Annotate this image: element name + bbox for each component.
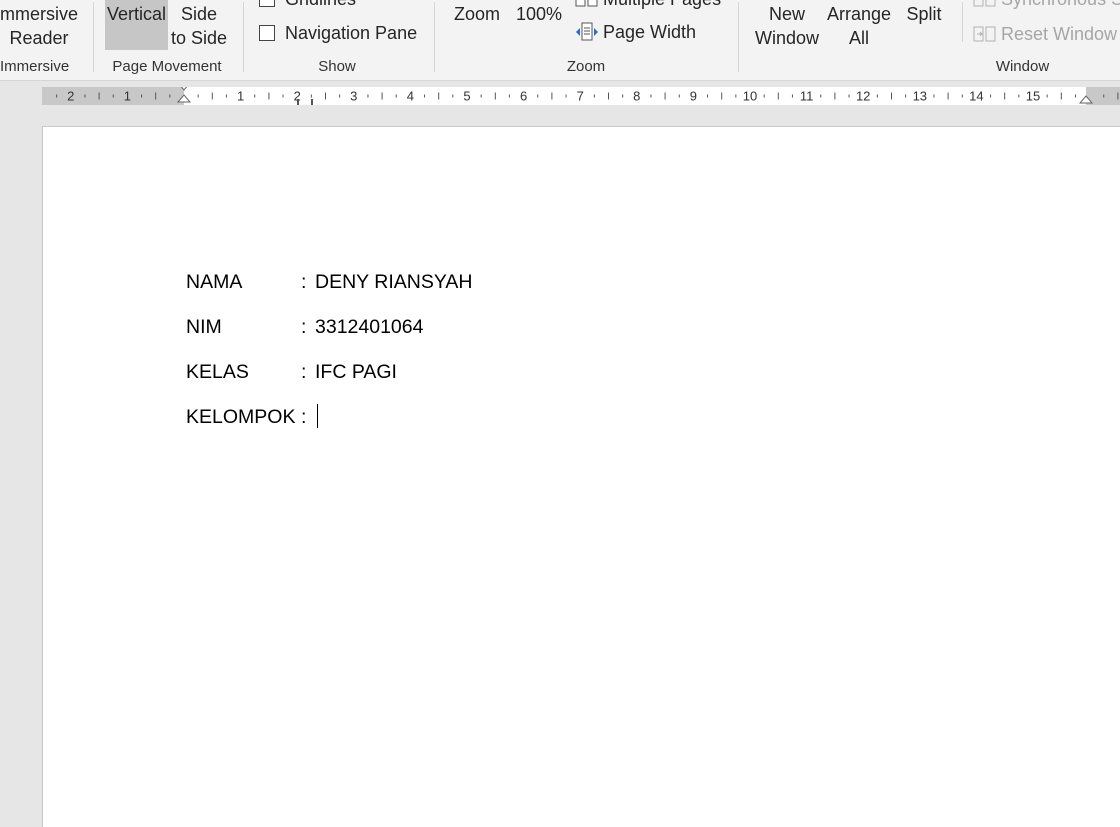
ruler-label: 2 [67, 89, 74, 104]
immersive-reader-label-line2: Reader [9, 28, 69, 48]
ruler-label: 14 [969, 89, 983, 104]
multiple-pages-label: Multiple Pages [603, 0, 721, 11]
vertical-label: Vertical [106, 4, 167, 24]
navigation-pane-checkbox[interactable]: Navigation Pane [259, 21, 417, 45]
field-value: 3312401064 [315, 316, 424, 338]
new-window-label-line1: New [768, 4, 805, 24]
group-label-show: Show [318, 58, 356, 75]
ribbon-separator [962, 2, 963, 42]
page-width-label: Page Width [603, 22, 697, 42]
new-window-button[interactable]: New Window [750, 2, 824, 50]
reset-window-icon [973, 25, 997, 43]
gridlines-label: Gridlines [285, 0, 356, 11]
field-colon: : [301, 316, 307, 338]
page-width-button[interactable]: Page Width [575, 20, 696, 44]
horizontal-ruler[interactable]: 2 1 1 2 3 4 5 6 7 8 9 10 11 12 13 14 15 [42, 87, 1120, 105]
field-value: IFC PAGI [315, 361, 397, 383]
group-label-window: Window [995, 58, 1050, 75]
synchronous-scrolling-icon [973, 0, 997, 8]
field-colon: : [301, 271, 307, 293]
ruler-label: 1 [237, 89, 244, 104]
ribbon-separator [434, 2, 435, 72]
ruler-label: 9 [690, 89, 697, 104]
multiple-pages-button[interactable]: Multiple Pages [575, 0, 721, 11]
group-label-immersive: Immersive [0, 58, 70, 75]
reset-window-label: Reset Window [1001, 24, 1118, 44]
vertical-button[interactable]: Vertical [105, 0, 168, 50]
field-value: DENY RIANSYAH [315, 271, 473, 293]
split-label: Split [906, 4, 942, 24]
synchronous-scrolling-label: Synchronous Scrolling [1001, 0, 1120, 11]
gridlines-checkbox-box[interactable] [259, 0, 275, 7]
ribbon-separator [738, 2, 739, 72]
reset-window-button[interactable]: Reset Window [973, 22, 1117, 46]
ruler-label: 13 [913, 89, 927, 104]
zoom-100-button[interactable]: 100% [512, 2, 566, 26]
synchronous-scrolling-button[interactable]: Synchronous Scrolling [973, 0, 1120, 11]
ruler-label: 12 [856, 89, 870, 104]
arrange-all-label-line2: All [848, 28, 869, 48]
arrange-all-button[interactable]: Arrange All [824, 2, 894, 50]
ruler-label: 5 [463, 89, 470, 104]
arrange-all-label-line1: Arrange [826, 4, 892, 24]
ruler-label: 7 [577, 89, 584, 104]
new-window-label-line2: Window [754, 28, 820, 48]
field-colon: : [301, 361, 307, 383]
ruler-label: 10 [743, 89, 757, 104]
navigation-pane-label: Navigation Pane [285, 23, 418, 43]
document-field-row[interactable]: NIM:3312401064 [186, 314, 423, 340]
field-label: NIM [186, 316, 222, 338]
group-label-page-movement: Page Movement [112, 58, 222, 75]
side-to-side-label-line1: Side [180, 4, 218, 24]
page-width-icon [575, 22, 599, 42]
document-page[interactable]: NAMA: DENY RIANSYAH NIM:3312401064 KELAS: IF… [42, 126, 1120, 827]
zoom-100-label: 100% [515, 4, 563, 24]
zoom-label: Zoom [453, 4, 500, 24]
ruler-label: 15 [1026, 89, 1040, 104]
group-label-zoom: Zoom [566, 58, 606, 75]
ruler-label: 8 [633, 89, 640, 104]
immersive-reader-button[interactable]: mmersive Reader [0, 2, 82, 50]
multiple-pages-icon [575, 0, 599, 8]
ribbon-separator [93, 2, 94, 72]
zoom-button[interactable]: Zoom [448, 2, 506, 26]
document-field-row[interactable]: NAMA: DENY RIANSYAH [186, 269, 473, 295]
ruler-label: 4 [407, 89, 414, 104]
field-label: KELOMPOK [186, 406, 296, 428]
ruler-area: 2 1 1 2 3 4 5 6 7 8 9 10 11 12 13 14 15 [0, 81, 1120, 113]
split-button[interactable]: Split [900, 2, 948, 26]
ruler-label: 1 [124, 89, 131, 104]
ruler-label: 3 [350, 89, 357, 104]
navigation-pane-checkbox-box[interactable] [259, 25, 275, 41]
gridlines-checkbox[interactable]: Gridlines [259, 0, 356, 11]
side-to-side-label-line2: to Side [170, 28, 228, 48]
document-field-row[interactable]: KELAS: IFC PAGI [186, 359, 397, 385]
field-label: NAMA [186, 271, 243, 293]
field-label: KELAS [186, 361, 249, 383]
document-field-row[interactable]: KELOMPOK: [186, 404, 318, 430]
ribbon: mmersive Reader Immersive Vertical Side … [0, 0, 1120, 81]
ruler-label: 6 [520, 89, 527, 104]
ruler-label: 11 [800, 89, 814, 104]
field-colon: : [301, 406, 307, 428]
immersive-reader-label-line1: mmersive [0, 4, 78, 24]
text-cursor [317, 404, 318, 428]
side-to-side-button[interactable]: Side to Side [168, 2, 230, 50]
